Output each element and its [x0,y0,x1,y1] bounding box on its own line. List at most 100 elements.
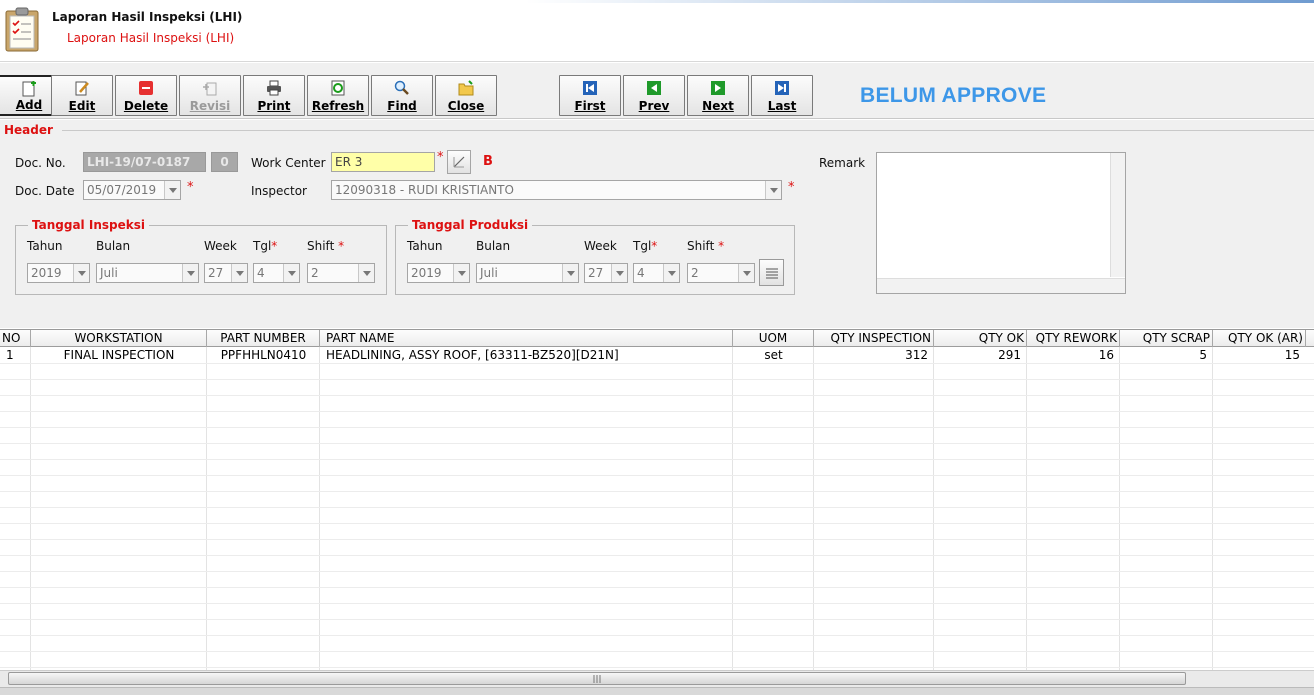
produksi-week-select[interactable]: 27 [584,263,628,283]
grid-row-divider [0,523,1314,524]
chevron-down-icon[interactable] [164,181,180,199]
doc-date-picker[interactable]: 05/07/2019 [83,180,181,200]
delete-button[interactable]: Delete [115,75,177,116]
cell-no[interactable]: 1 [0,347,31,363]
cell-qty-ok[interactable]: 291 [934,347,1027,363]
refresh-icon [331,80,345,96]
column-header-uom[interactable]: UOM [733,330,814,347]
remark-vertical-scrollbar[interactable] [1110,153,1125,277]
column-header-qty-scrap[interactable]: QTY SCRAP [1120,330,1213,347]
next-button[interactable]: Next [687,75,749,116]
print-label: Print [257,99,291,113]
produksi-tgl-select[interactable]: 4 [633,263,680,283]
column-header-qty-ok-ar[interactable]: QTY OK (AR) [1213,330,1306,347]
remark-textarea[interactable] [876,152,1126,294]
inspeksi-bulan-select[interactable]: Juli [96,263,199,283]
refresh-button[interactable]: Refresh [307,75,369,116]
produksi-shift-label: Shift * [687,239,725,253]
grid-row-divider [0,587,1314,588]
column-header-qty-inspection[interactable]: QTY INSPECTION [814,330,934,347]
column-header-no[interactable]: NO [0,330,31,347]
grid-header: NO WORKSTATION PART NUMBER PART NAME UOM QTY … [0,330,1314,347]
produksi-tahun-select[interactable]: 2019 [407,263,470,283]
produksi-shift-select[interactable]: 2 [687,263,755,283]
inspector-select[interactable]: 12090318 - RUDI KRISTIANTO [331,180,782,200]
column-header-workstation[interactable]: WORKSTATION [31,330,207,347]
cell-uom[interactable]: set [733,347,814,363]
cell-workstation[interactable]: FINAL INSPECTION [31,347,207,363]
doc-date-value: 05/07/2019 [87,183,157,197]
produksi-bulan-select[interactable]: Juli [476,263,579,283]
column-header-qty-rework[interactable]: QTY REWORK [1027,330,1120,347]
find-button[interactable]: Find [371,75,433,116]
edit-button[interactable]: Edit [51,75,113,116]
edit-icon [75,81,89,96]
detail-grid[interactable]: NO WORKSTATION PART NUMBER PART NAME UOM QTY … [0,329,1314,672]
window-title: Laporan Hasil Inspeksi (LHI) [52,10,243,24]
inspeksi-tgl-select[interactable]: 4 [253,263,300,283]
inspeksi-week-label: Week [204,239,237,253]
inspeksi-tahun-label: Tahun [27,239,63,253]
prev-button[interactable]: Prev [623,75,685,116]
grid-row-divider [0,651,1314,652]
cell-part-number[interactable]: PPFHHLN0410 [207,347,320,363]
grid-row-divider [0,539,1314,540]
revisi-icon [203,82,217,96]
first-button[interactable]: First [559,75,621,116]
work-center-lookup-button[interactable] [447,150,471,174]
column-header-part-number[interactable]: PART NUMBER [207,330,320,347]
grid-row-divider [0,571,1314,572]
cell-qty-inspection[interactable]: 312 [814,347,934,363]
grid-row-divider [0,667,1314,668]
cell-qty-rework[interactable]: 16 [1027,347,1120,363]
remark-horizontal-scrollbar[interactable] [877,278,1125,293]
close-folder-icon [458,80,474,96]
cell-qty-scrap[interactable]: 5 [1120,347,1213,363]
inspeksi-bulan-label: Bulan [96,239,131,253]
work-center-field[interactable]: ER 3 [331,152,435,172]
window-subtitle: Laporan Hasil Inspeksi (LHI) [67,31,235,45]
next-label: Next [702,99,734,113]
chevron-down-icon [283,264,299,282]
work-center-label: Work Center [251,156,326,170]
doc-no-field[interactable]: LHI-19/07-0187 [83,152,206,172]
required-mark: * [187,180,194,195]
column-header-part-name[interactable]: PART NAME [320,330,733,347]
scrollbar-thumb[interactable] [8,672,1186,685]
grid-row-divider [0,475,1314,476]
chevron-down-icon[interactable] [765,181,781,199]
chevron-down-icon [738,264,754,282]
header-divider [62,130,1314,131]
revision-field[interactable]: 0 [211,152,238,172]
grid-row-divider [0,443,1314,444]
first-label: First [574,99,606,113]
grid-row-divider [0,427,1314,428]
revisi-button[interactable]: Revisi [179,75,241,116]
print-button[interactable]: Print [243,75,305,116]
inspector-value: 12090318 - RUDI KRISTIANTO [335,183,514,197]
column-header-qty-ok[interactable]: QTY OK [934,330,1027,347]
last-button[interactable]: Last [751,75,813,116]
edit-label: Edit [68,99,96,113]
close-label: Close [447,99,485,113]
produksi-list-button[interactable] [759,259,784,286]
prev-label: Prev [638,99,670,113]
inspeksi-week-select[interactable]: 27 [204,263,248,283]
refresh-label: Refresh [311,99,365,113]
cell-qty-ok-ar[interactable]: 15 [1213,347,1306,363]
add-label: Add [15,98,43,112]
inspeksi-shift-select[interactable]: 2 [307,263,375,283]
doc-no-label: Doc. No. [15,156,66,170]
table-row[interactable]: 1 FINAL INSPECTION PPFHHLN0410 HEADLINING, … [0,347,1314,363]
cell-part-name[interactable]: HEADLINING, ASSY ROOF, [63311-BZ520][D21… [320,347,733,363]
produksi-bulan-label: Bulan [476,239,511,253]
produksi-tahun-label: Tahun [407,239,443,253]
inspeksi-tahun-select[interactable]: 2019 [27,263,90,283]
grid-row-divider [0,555,1314,556]
approval-status: BELUM APPROVE [860,84,1047,107]
grid-row-divider [0,619,1314,620]
close-button[interactable]: Close [435,75,497,116]
grid-row-divider [0,363,1314,364]
chevron-down-icon [73,264,89,282]
delete-icon [139,81,153,95]
